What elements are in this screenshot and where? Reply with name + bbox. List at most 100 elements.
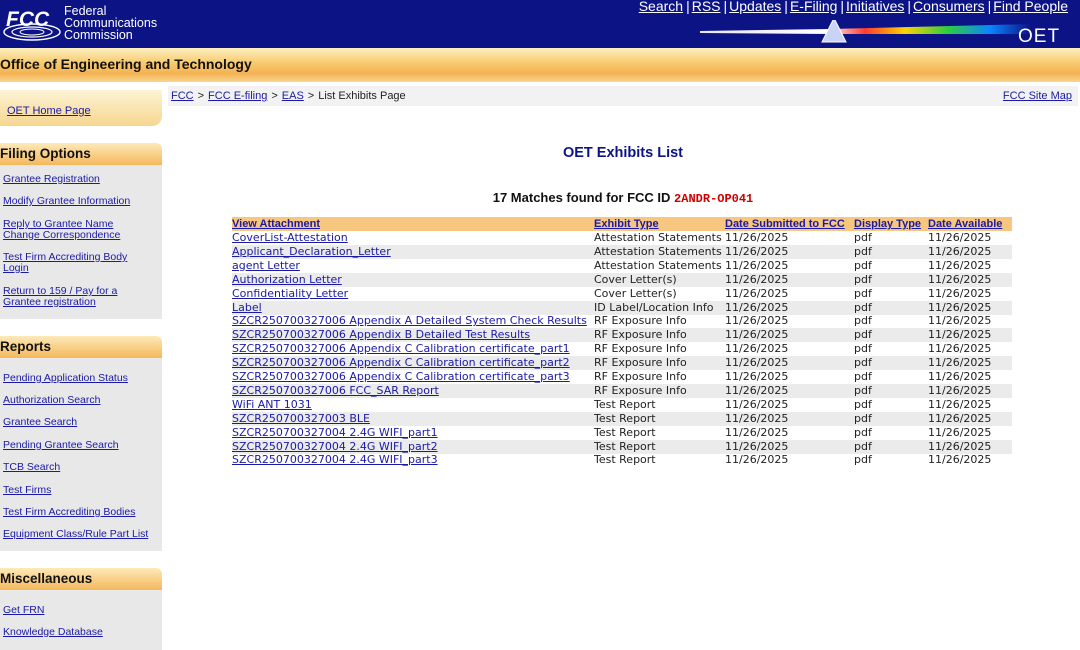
exhibit-type-cell: Cover Letter(s) <box>594 272 677 286</box>
column-exhibit-type[interactable]: Exhibit Type <box>594 217 725 231</box>
table-row: Applicant_Declaration_Letter Attestation … <box>232 244 1012 259</box>
oet-home-link[interactable]: OET Home Page <box>7 105 91 117</box>
grantee-search-link[interactable]: Grantee Search <box>3 417 153 428</box>
knowledge-database-link[interactable]: Knowledge Database <box>3 627 153 638</box>
date-available-cell: 11/26/2025 <box>928 258 992 272</box>
equipment-class-link[interactable]: Equipment Class/Rule Part List <box>3 529 153 540</box>
nav-initiatives[interactable]: Initiatives <box>846 0 904 14</box>
table-row: WiFi ANT 1031 Test Report 11/26/2025 pdf 11/… <box>232 398 1012 412</box>
display-type-cell: pdf <box>854 411 872 425</box>
fcc-logo-icon[interactable]: FCC <box>2 4 62 42</box>
display-type-cell: pdf <box>854 231 872 244</box>
nav-rss[interactable]: RSS <box>692 0 721 14</box>
attachment-link[interactable]: SZCR250700327004 2.4G WIFI_part1 <box>232 426 438 440</box>
column-date-available[interactable]: Date Available <box>928 217 1012 231</box>
reports-title: Reports <box>0 339 52 354</box>
nav-find-people[interactable]: Find People <box>993 0 1068 14</box>
band-title: Office of Engineering and Technology <box>0 56 252 72</box>
test-firms-link[interactable]: Test Firms <box>3 485 153 496</box>
date-available-cell: 11/26/2025 <box>928 383 992 397</box>
attachment-link[interactable]: SZCR250700327004 2.4G WIFI_part2 <box>232 440 438 454</box>
exhibit-type-cell: Cover Letter(s) <box>594 286 677 300</box>
filing-options-title: Filing Options <box>0 146 91 161</box>
attachment-link[interactable]: SZCR250700327004 2.4G WIFI_part3 <box>232 453 438 467</box>
exhibit-type-cell: Test Report <box>594 425 656 439</box>
date-submitted-cell: 11/26/2025 <box>725 272 789 286</box>
return-159-link[interactable]: Return to 159 / Pay for a Grantee regist… <box>3 286 128 308</box>
table-row: SZCR250700327006 Appendix A Detailed Sys… <box>232 314 1012 328</box>
tcb-search-link[interactable]: TCB Search <box>3 462 153 473</box>
misc-box: Get FRN Knowledge Database <box>0 590 162 650</box>
date-available-cell: 11/26/2025 <box>928 397 992 411</box>
breadcrumb-current: List Exhibits Page <box>318 90 406 102</box>
attachment-link[interactable]: SZCR250700327003 BLE <box>232 412 370 426</box>
exhibit-type-cell: Test Report <box>594 453 656 467</box>
display-type-cell: pdf <box>854 314 872 328</box>
authorization-search-link[interactable]: Authorization Search <box>3 395 153 406</box>
attachment-link[interactable]: Applicant_Declaration_Letter <box>232 245 391 259</box>
attachment-link[interactable]: Label <box>232 301 262 315</box>
breadcrumb-fcc[interactable]: FCC <box>171 90 194 102</box>
exhibit-type-cell: Attestation Statements <box>594 244 722 258</box>
nav-consumers[interactable]: Consumers <box>913 0 985 14</box>
date-submitted-cell: 11/26/2025 <box>725 244 789 258</box>
date-submitted-cell: 11/26/2025 <box>725 342 789 356</box>
site-map-link[interactable]: FCC Site Map <box>1003 90 1072 102</box>
attachment-link[interactable]: SZCR250700327006 FCC_SAR Report <box>232 384 439 398</box>
exhibit-type-cell: RF Exposure Info <box>594 314 687 328</box>
attachment-link[interactable]: CoverList-Attestation <box>232 231 348 245</box>
nav-updates[interactable]: Updates <box>729 0 781 14</box>
modify-grantee-link[interactable]: Modify Grantee Information <box>3 196 153 207</box>
pending-application-link[interactable]: Pending Application Status <box>3 373 153 384</box>
agency-name: Federal Communications Commission <box>64 5 157 42</box>
exhibit-type-cell: Attestation Statements <box>594 258 722 272</box>
table-row: SZCR250700327006 Appendix C Calibration … <box>232 370 1012 384</box>
breadcrumb-eas[interactable]: EAS <box>282 90 304 102</box>
sidebar: OET Home Page Filing Options Grantee Reg… <box>0 82 164 650</box>
attachment-link[interactable]: Confidentiality Letter <box>232 287 348 301</box>
attachment-link[interactable]: agent Letter <box>232 259 300 273</box>
nav-search[interactable]: Search <box>639 0 683 14</box>
date-available-cell: 11/26/2025 <box>928 356 992 370</box>
table-row: SZCR250700327004 2.4G WIFI_part2 Test Rep… <box>232 439 1012 454</box>
table-row: SZCR250700327006 Appendix C Calibration … <box>232 342 1012 356</box>
grantee-registration-link[interactable]: Grantee Registration <box>3 174 153 185</box>
breadcrumb-e-filing[interactable]: FCC E-filing <box>208 90 267 102</box>
breadcrumb-path: FCC > FCC E-filing > EAS > List Exhibits Page <box>171 90 406 102</box>
attachment-link[interactable]: SZCR250700327006 Appendix C Calibration … <box>232 370 570 384</box>
fcc-id-value: 2ANDR-OP041 <box>674 192 754 206</box>
pending-grantee-search-link[interactable]: Pending Grantee Search <box>3 440 153 451</box>
attachment-link[interactable]: SZCR250700327006 Appendix A Detailed Sys… <box>232 314 587 328</box>
date-submitted-cell: 11/26/2025 <box>725 300 789 314</box>
date-submitted-cell: 11/26/2025 <box>725 356 789 370</box>
table-row: SZCR250700327006 Appendix C Calibration … <box>232 356 1012 371</box>
test-firm-login-link[interactable]: Test Firm Accrediting Body Login <box>3 252 138 274</box>
get-frn-link[interactable]: Get FRN <box>3 605 153 616</box>
attachment-link[interactable]: Authorization Letter <box>232 273 342 287</box>
table-row: Confidentiality Letter Cover Letter(s) 11/… <box>232 287 1012 301</box>
column-display-type[interactable]: Display Type <box>854 217 928 231</box>
date-available-cell: 11/26/2025 <box>928 453 992 467</box>
reply-grantee-name-link[interactable]: Reply to Grantee Name Change Corresponde… <box>3 219 128 241</box>
column-view-attachment[interactable]: View Attachment <box>232 217 594 231</box>
display-type-cell: pdf <box>854 272 872 286</box>
top-nav: Search | RSS | Updates | E-Filing | Initiatives |… <box>638 0 1068 14</box>
accrediting-bodies-link[interactable]: Test Firm Accrediting Bodies <box>3 507 153 518</box>
exhibit-type-cell: RF Exposure Info <box>594 383 687 397</box>
attachment-link[interactable]: SZCR250700327006 Appendix C Calibration … <box>232 342 570 356</box>
nav-e-filing[interactable]: E-Filing <box>790 0 837 14</box>
section-band: Office of Engineering and Technology <box>0 48 1080 82</box>
attachment-link[interactable]: SZCR250700327006 Appendix B Detailed Tes… <box>232 328 530 342</box>
exhibit-type-cell: RF Exposure Info <box>594 328 687 342</box>
table-row: SZCR250700327006 Appendix B Detailed Tes… <box>232 328 1012 343</box>
breadcrumb: FCC > FCC E-filing > EAS > List Exhibits Page … <box>168 86 1078 106</box>
exhibit-type-cell: Test Report <box>594 411 656 425</box>
table-row: SZCR250700327003 BLE Test Report 11/26/202… <box>232 411 1012 426</box>
display-type-cell: pdf <box>854 383 872 397</box>
date-submitted-cell: 11/26/2025 <box>725 397 789 411</box>
date-submitted-cell: 11/26/2025 <box>725 453 789 467</box>
table-row: Authorization Letter Cover Letter(s) 11/26… <box>232 272 1012 287</box>
attachment-link[interactable]: WiFi ANT 1031 <box>232 398 312 412</box>
attachment-link[interactable]: SZCR250700327006 Appendix C Calibration … <box>232 356 570 370</box>
column-date-submitted[interactable]: Date Submitted to FCC <box>725 217 854 231</box>
